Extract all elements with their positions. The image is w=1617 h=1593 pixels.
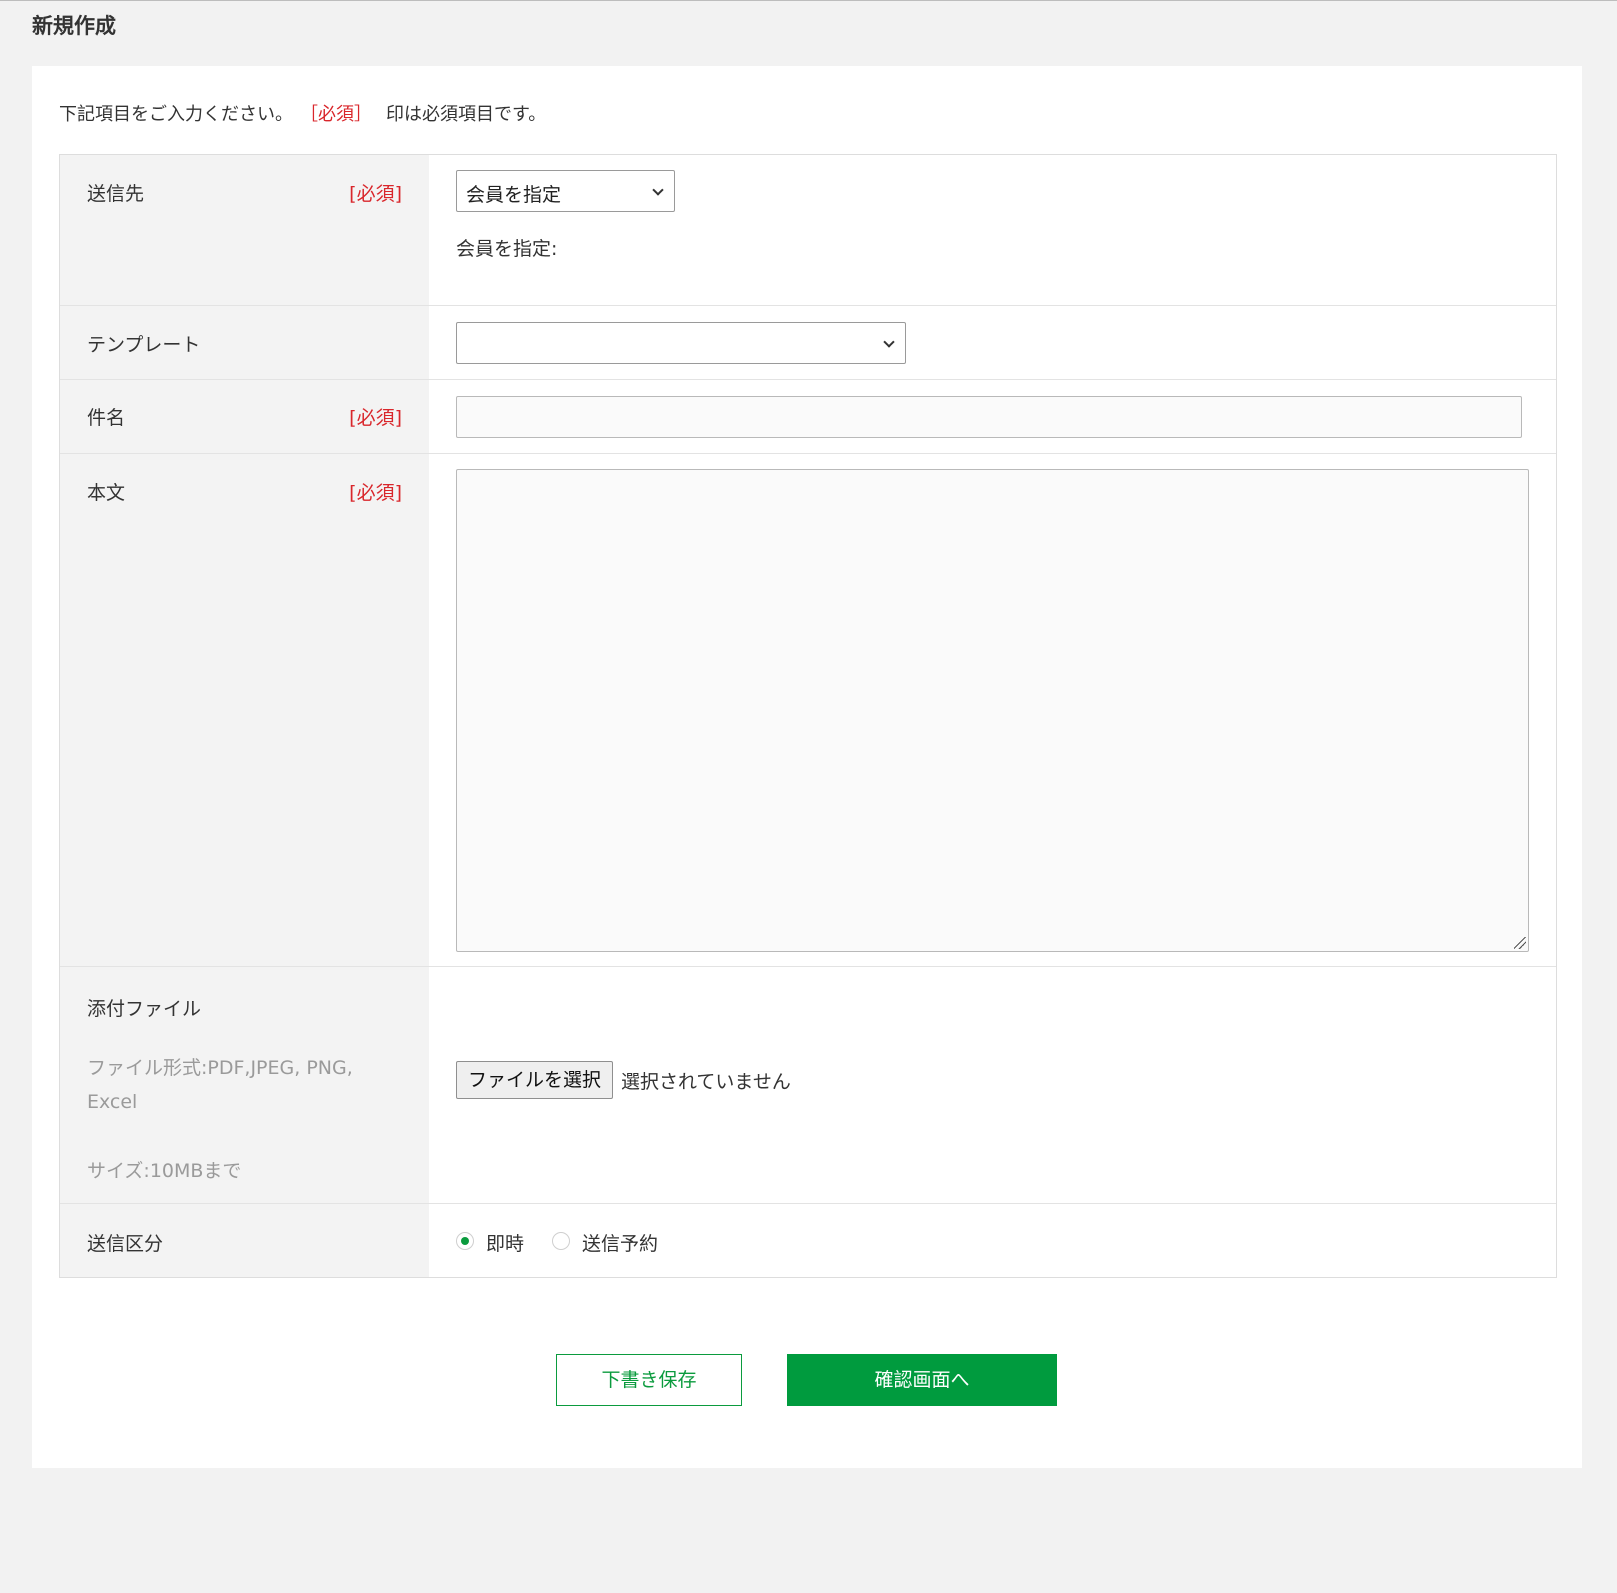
radio-immediate[interactable] xyxy=(456,1232,474,1250)
attachment-label: 添付ファイル xyxy=(87,998,202,1020)
value-cell-attachment: ファイルを選択 選択されていません xyxy=(429,967,1556,1203)
label-cell-body: 本文 [必須] xyxy=(60,454,429,966)
intro-required: ［必須］ xyxy=(309,104,372,125)
body-textarea[interactable] xyxy=(456,469,1529,952)
template-label: テンプレート xyxy=(87,334,201,356)
size-note: サイズ:10MBまで xyxy=(87,1160,242,1182)
chevron-down-icon xyxy=(652,184,664,196)
row-subject: 件名 [必須] xyxy=(60,379,1556,453)
send-type-label: 送信区分 xyxy=(87,1233,164,1255)
format-note-line2: Excel xyxy=(87,1091,138,1113)
radio-scheduled[interactable] xyxy=(552,1232,570,1250)
radio-scheduled-label[interactable]: 送信予約 xyxy=(582,1229,658,1256)
save-draft-button[interactable]: 下書き保存 xyxy=(556,1354,742,1406)
format-note-line1: ファイル形式:PDF,JPEG, PNG, xyxy=(87,1057,353,1079)
template-select[interactable] xyxy=(456,322,906,364)
value-cell-template xyxy=(429,306,1556,379)
recipient-label: 送信先 xyxy=(87,183,145,205)
row-send-type: 送信区分 即時 送信予約 xyxy=(60,1203,1556,1277)
confirm-button[interactable]: 確認画面へ xyxy=(787,1354,1057,1406)
member-label: 会員を指定: xyxy=(456,238,558,260)
choose-file-button[interactable]: ファイルを選択 xyxy=(456,1061,614,1099)
label-cell-subject: 件名 [必須] xyxy=(60,380,429,453)
value-cell-body xyxy=(429,454,1556,966)
value-cell-subject xyxy=(429,380,1556,453)
value-cell-send-type: 即時 送信予約 xyxy=(429,1204,1556,1277)
recipient-select[interactable]: 会員を指定 xyxy=(456,170,675,212)
file-status: 選択されていません xyxy=(621,1071,791,1093)
subject-input[interactable] xyxy=(456,396,1522,438)
label-cell-template: テンプレート xyxy=(60,306,429,379)
row-body: 本文 [必須] xyxy=(60,453,1556,966)
label-cell-send-type: 送信区分 xyxy=(60,1204,429,1277)
required-mark: [必須] xyxy=(349,183,402,205)
subject-label: 件名 xyxy=(87,407,126,429)
body-label: 本文 xyxy=(87,482,126,504)
radio-immediate-label[interactable]: 即時 xyxy=(486,1229,524,1256)
intro-before: 下記項目をご入力ください。 xyxy=(59,104,293,125)
value-cell-recipient: 会員を指定 会員を指定: xyxy=(429,155,1556,305)
chevron-down-icon xyxy=(883,336,895,348)
required-mark: [必須] xyxy=(349,482,402,504)
required-mark: [必須] xyxy=(349,407,402,429)
recipient-select-value: 会員を指定 xyxy=(466,184,562,206)
row-recipient: 送信先 [必須] 会員を指定 会員を指定: xyxy=(60,155,1556,305)
resize-handle-icon[interactable] xyxy=(1514,937,1526,949)
row-attachment: 添付ファイル ファイル形式:PDF,JPEG, PNG, Excel サイズ:1… xyxy=(60,966,1556,1203)
row-template: テンプレート xyxy=(60,305,1556,379)
intro-text: 下記項目をご入力ください。 ［必須］ 印は必須項目です。 xyxy=(59,100,546,126)
label-cell-recipient: 送信先 [必須] xyxy=(60,155,429,305)
intro-after: 印は必須項目です。 xyxy=(386,104,547,125)
page-title: 新規作成 xyxy=(32,14,116,38)
form-panel: 下記項目をご入力ください。 ［必須］ 印は必須項目です。 送信先 [必須] 会員を指… xyxy=(32,66,1582,1468)
form-table: 送信先 [必須] 会員を指定 会員を指定: テンプレート 件名 [必須] 本文 … xyxy=(59,154,1557,1278)
label-cell-attachment: 添付ファイル ファイル形式:PDF,JPEG, PNG, Excel サイズ:1… xyxy=(60,967,429,1203)
top-border xyxy=(0,0,1617,1)
